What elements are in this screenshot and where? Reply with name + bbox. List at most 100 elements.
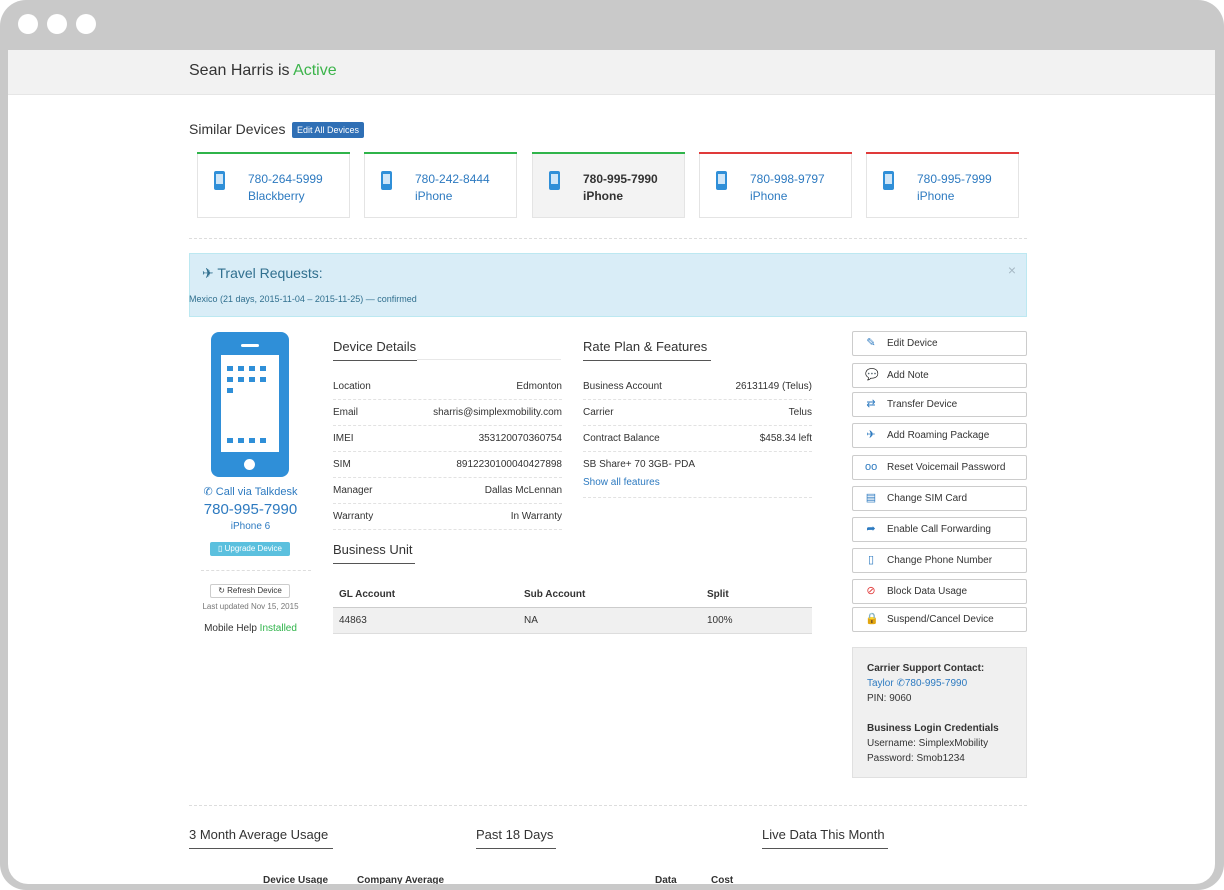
divider <box>189 805 1027 806</box>
window-controls <box>18 14 96 34</box>
close-icon[interactable]: × <box>1008 262 1016 278</box>
suspend-cancel-device-button[interactable]: 🔒 Suspend/Cancel Device <box>852 607 1027 632</box>
similar-device-card[interactable]: 780-995-7999 iPhone <box>866 152 1019 218</box>
business-unit-title: Business Unit <box>333 542 415 564</box>
detail-value: 8912230100040427898 <box>456 459 562 470</box>
is-text: is <box>277 62 290 79</box>
page-header: Sean Harris is Active <box>8 50 1215 95</box>
action-label: Reset Voicemail Password <box>887 462 1006 473</box>
last-updated-text: Last updated Nov 15, 2015 <box>202 602 299 611</box>
contact-name: Taylor <box>867 678 894 689</box>
show-all-features-link[interactable]: Show all features <box>583 477 660 488</box>
mobile-icon: ▯ <box>217 544 223 553</box>
divider <box>583 497 812 498</box>
column-header: Split <box>701 582 812 608</box>
device-number: 780-242-8444 <box>415 172 490 186</box>
upgrade-label: Upgrade Device <box>224 544 282 553</box>
window-dot-close[interactable] <box>18 14 38 34</box>
table-header-row: GL Account Sub Account Split <box>333 582 812 608</box>
carrier-contact-link[interactable]: Taylor ✆780-995-7990 <box>867 678 967 689</box>
alert-text: Mexico (21 days, 2015-11-04 – 2015-11-25… <box>189 294 417 304</box>
carrier-pin: PIN: 9060 <box>867 693 912 704</box>
mobile-phone-icon <box>214 171 225 190</box>
airplane-icon: ✈ <box>866 429 876 441</box>
alert-heading: ✈ Travel Requests: <box>202 265 323 282</box>
change-phone-number-button[interactable]: ▯ Change Phone Number <box>852 548 1027 573</box>
title-rule <box>417 359 561 360</box>
transfer-device-button[interactable]: ⇄ Transfer Device <box>852 392 1027 417</box>
device-type: Blackberry <box>248 189 305 203</box>
status-bar <box>197 152 350 154</box>
table-cell: NA <box>518 607 701 634</box>
device-type: iPhone <box>415 189 453 203</box>
ban-icon: ⊘ <box>866 585 876 597</box>
data-header: Data <box>655 875 677 884</box>
refresh-device-button[interactable]: ↻ Refresh Device <box>210 584 290 598</box>
refresh-label: Refresh Device <box>227 586 282 595</box>
status-bar <box>532 152 685 154</box>
status-bar <box>699 152 852 154</box>
mobile-phone-icon <box>883 171 894 190</box>
detail-value: Edmonton <box>516 381 562 392</box>
add-note-button[interactable]: 💬 Add Note <box>852 363 1027 388</box>
rate-value: Telus <box>788 407 812 418</box>
enable-call-forwarding-button[interactable]: ➦ Enable Call Forwarding <box>852 517 1027 542</box>
call-talkdesk-link[interactable]: ✆ Call via Talkdesk <box>189 485 312 498</box>
action-label: Enable Call Forwarding <box>887 524 991 535</box>
detail-value: 353120070360754 <box>478 433 562 444</box>
similar-device-card[interactable]: 780-264-5999 Blackberry <box>197 152 350 218</box>
add-roaming-package-button[interactable]: ✈ Add Roaming Package <box>852 423 1027 448</box>
phone-illustration <box>211 332 289 477</box>
phone-icon: ✆ <box>203 486 213 498</box>
action-label: Edit Device <box>887 338 938 349</box>
device-number: 780-264-5999 <box>248 172 323 186</box>
rate-value: $458.34 left <box>759 433 812 444</box>
detail-label: SIM <box>333 459 351 470</box>
similar-device-card[interactable]: 780-998-9797 iPhone <box>699 152 852 218</box>
similar-device-card[interactable]: 780-995-7990 iPhone <box>532 152 685 218</box>
action-label: Suspend/Cancel Device <box>887 614 994 625</box>
speech-bubble-icon: 💬 <box>865 369 879 381</box>
phone-speaker <box>241 344 259 347</box>
detail-value[interactable]: sharris@simplexmobility.com <box>433 407 562 418</box>
device-number: 780-995-7999 <box>917 172 992 186</box>
table-row: 44863 NA 100% <box>333 607 812 634</box>
phone-icon: ✆ <box>896 678 905 689</box>
table-cell: 44863 <box>333 607 518 634</box>
detail-label: Warranty <box>333 511 374 522</box>
device-usage-header: Device Usage <box>263 875 329 884</box>
action-label: Add Roaming Package <box>887 430 990 441</box>
action-label: Change SIM Card <box>887 493 968 504</box>
upgrade-device-button[interactable]: ▯ Upgrade Device <box>210 542 290 556</box>
window-dot-minimize[interactable] <box>47 14 67 34</box>
rate-value[interactable]: 26131149 (Telus) <box>735 381 812 392</box>
table-cell: 100% <box>701 607 812 634</box>
detail-row: Location Edmonton <box>333 374 562 400</box>
rate-row: Carrier Telus <box>583 400 812 426</box>
mobile-phone-icon <box>716 171 727 190</box>
detail-row: SIM 8912230100040427898 <box>333 452 562 478</box>
transfer-arrows-icon: ⇄ <box>866 398 876 410</box>
detail-label: Email <box>333 407 359 418</box>
rate-row: Business Account 26131149 (Telus) <box>583 374 812 400</box>
live-data-title: Live Data This Month <box>762 827 888 849</box>
plan-name: SB Share+ 70 3GB- PDA <box>583 459 696 470</box>
edit-all-devices-button[interactable]: Edit All Devices <box>292 122 365 138</box>
action-label: Transfer Device <box>887 399 958 410</box>
block-data-usage-button[interactable]: ⊘ Block Data Usage <box>852 579 1027 604</box>
alert-title: Travel Requests: <box>217 265 323 281</box>
window-dot-maximize[interactable] <box>76 14 96 34</box>
carrier-support-title: Carrier Support Contact: <box>867 663 985 674</box>
travel-requests-alert: ✈ Travel Requests: Mexico (21 days, 2015… <box>189 253 1027 317</box>
phone-home-button <box>244 459 255 470</box>
similar-device-card[interactable]: 780-242-8444 iPhone <box>364 152 517 218</box>
reset-voicemail-password-button[interactable]: oo Reset Voicemail Password <box>852 455 1027 480</box>
rate-row: Contract Balance $458.34 left <box>583 426 812 452</box>
login-username: Username: SimplexMobility <box>867 738 989 749</box>
refresh-icon: ↻ <box>218 586 225 595</box>
column-header: GL Account <box>333 582 518 608</box>
forward-arrow-icon: ➦ <box>866 523 876 535</box>
edit-device-button[interactable]: ✎ Edit Device <box>852 331 1027 356</box>
detail-value: Dallas McLennan <box>484 485 562 496</box>
change-sim-card-button[interactable]: ▤ Change SIM Card <box>852 486 1027 511</box>
